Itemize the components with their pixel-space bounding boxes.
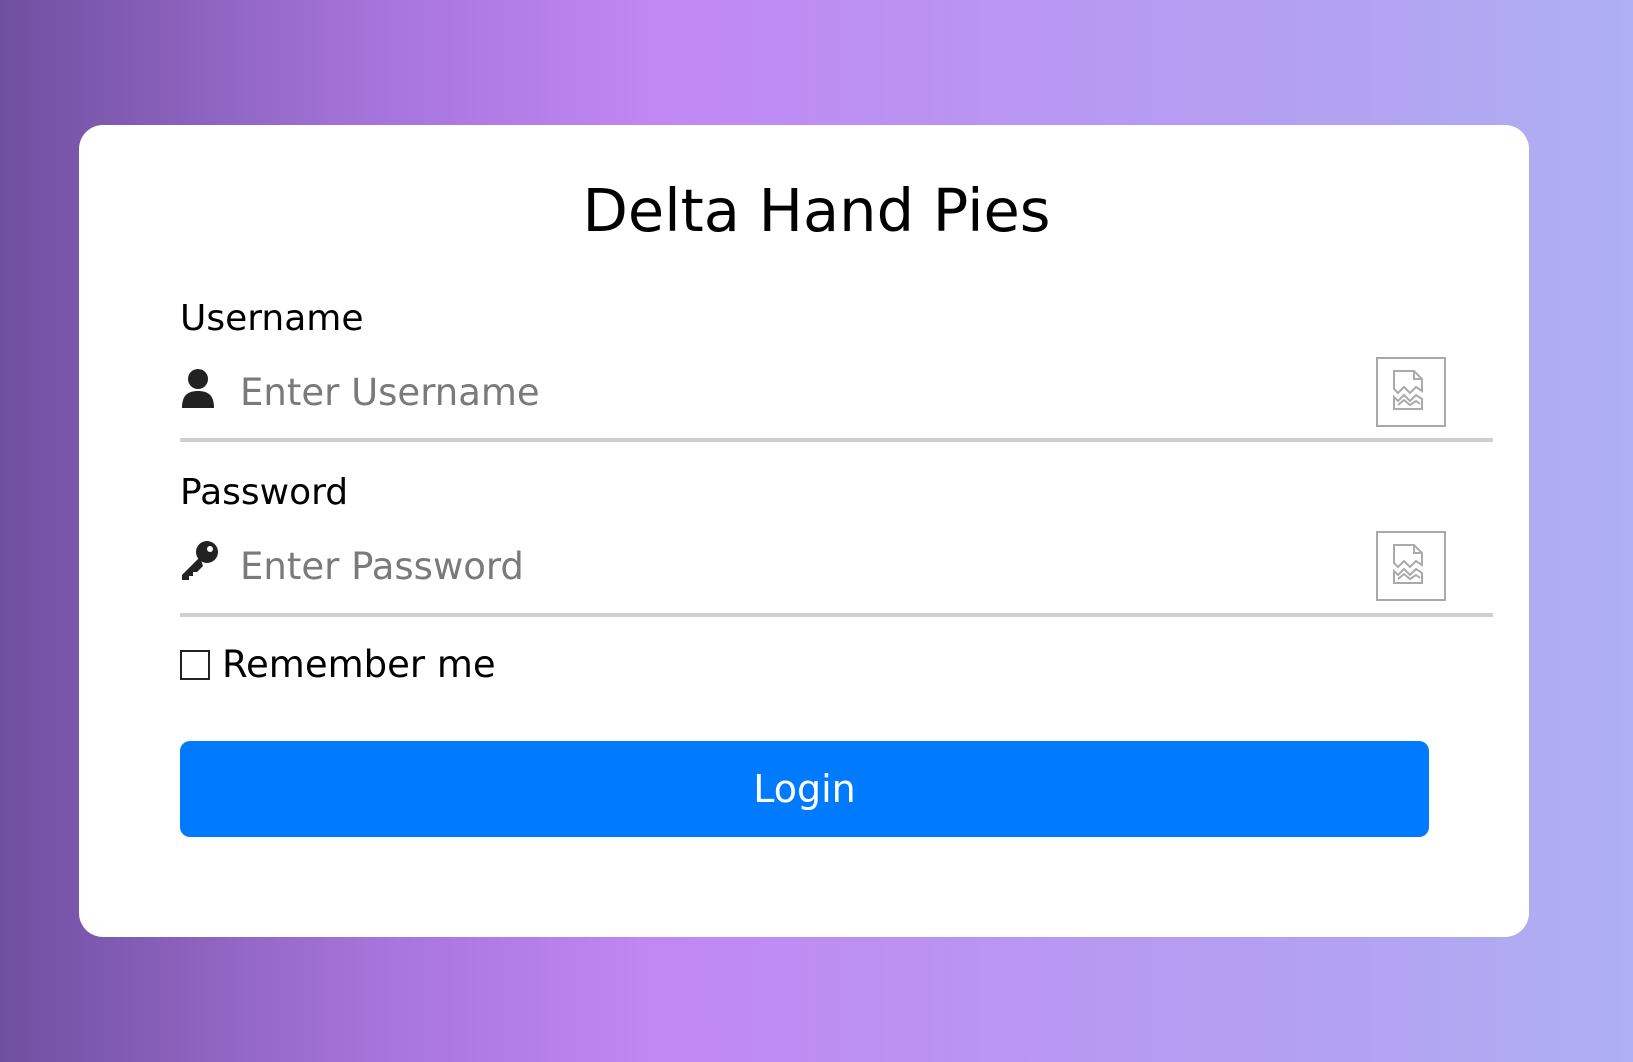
broken-image-icon[interactable] <box>1376 531 1446 601</box>
page-title: Delta Hand Pies <box>582 176 1051 245</box>
remember-me-label[interactable]: Remember me <box>222 643 496 687</box>
password-input[interactable] <box>240 540 1360 592</box>
username-underline <box>180 438 1493 442</box>
user-icon <box>180 368 216 408</box>
login-button[interactable]: Login <box>180 741 1429 837</box>
key-icon <box>180 540 218 580</box>
password-label: Password <box>180 472 349 513</box>
password-underline <box>180 613 1493 617</box>
username-label: Username <box>180 298 364 339</box>
username-input[interactable] <box>240 366 1360 418</box>
broken-image-icon[interactable] <box>1376 357 1446 427</box>
remember-me-checkbox[interactable] <box>180 650 210 680</box>
